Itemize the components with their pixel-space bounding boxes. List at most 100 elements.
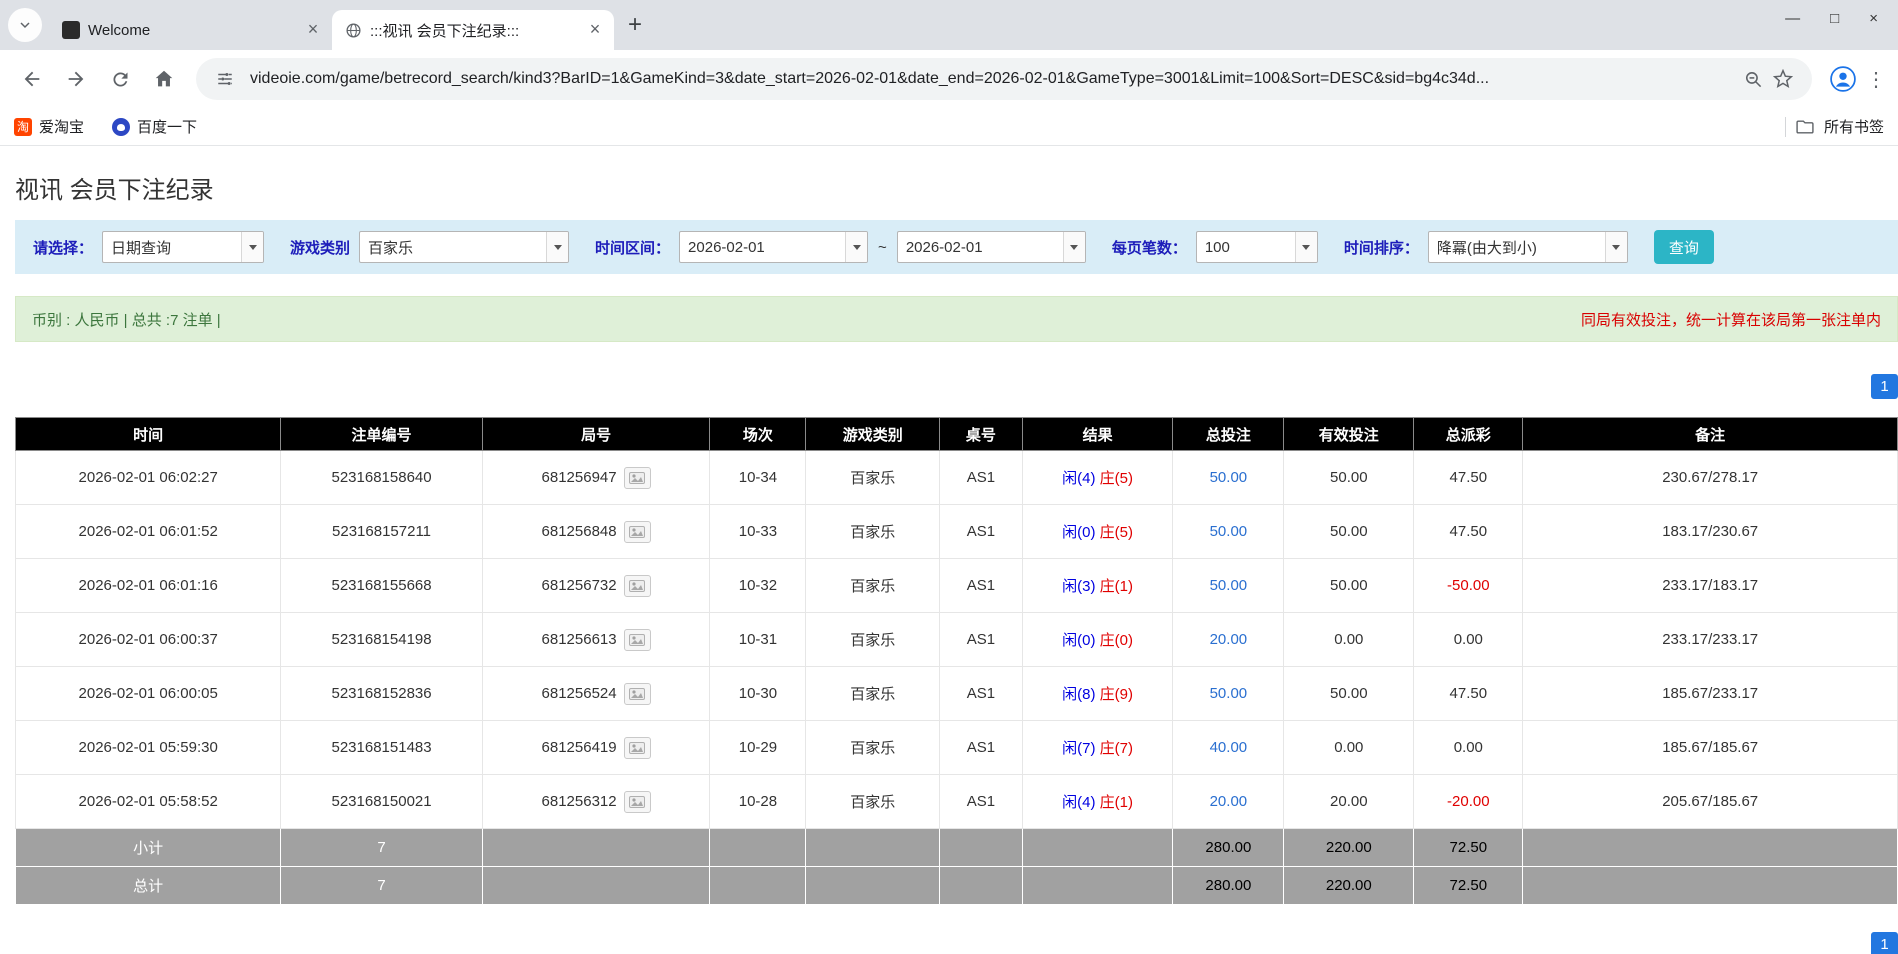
valid-bet-cell: 50.00 bbox=[1283, 666, 1415, 721]
refresh-button[interactable] bbox=[101, 60, 139, 98]
col-header-payout: 总派彩 bbox=[1413, 417, 1524, 451]
dropdown-arrow-icon[interactable] bbox=[546, 232, 569, 262]
sort-input[interactable] bbox=[1428, 232, 1605, 262]
date-end-dropdown[interactable] bbox=[896, 231, 1086, 263]
tab-search-button[interactable] bbox=[8, 8, 42, 42]
page-size-label: 每页笔数： bbox=[1111, 239, 1187, 257]
bet-time-cell: 2026-02-01 06:01:52 bbox=[14, 504, 282, 559]
dropdown-arrow-icon[interactable] bbox=[845, 232, 868, 262]
dropdown-arrow-icon[interactable] bbox=[1294, 232, 1317, 262]
game-type-dropdown[interactable] bbox=[359, 231, 570, 263]
game-type-label: 游戏类别 bbox=[290, 239, 351, 257]
sort-label: 时间排序： bbox=[1343, 239, 1419, 257]
menu-kebab-icon[interactable]: ⋮ bbox=[1864, 67, 1888, 92]
bookmark-star-icon[interactable] bbox=[1768, 64, 1798, 94]
total-bet-link[interactable]: 50.00 bbox=[1210, 523, 1248, 540]
bet-time-cell: 2026-02-01 06:02:27 bbox=[14, 450, 282, 505]
tab-close-icon[interactable]: × bbox=[302, 19, 324, 41]
filter-select-group: 请选择： bbox=[33, 231, 265, 263]
home-icon bbox=[155, 70, 173, 87]
total-bet-cell: 40.00 bbox=[1172, 720, 1285, 775]
total-bet-link[interactable]: 40.00 bbox=[1210, 739, 1248, 756]
session-cell: 10-34 bbox=[709, 450, 807, 505]
result-cell: 闲(7) 庄(7) bbox=[1021, 720, 1174, 775]
round-result-button[interactable] bbox=[623, 574, 651, 597]
game-type-input[interactable] bbox=[360, 232, 547, 262]
zoom-icon[interactable] bbox=[1738, 64, 1768, 94]
back-icon bbox=[24, 71, 40, 87]
tab-close-icon[interactable]: × bbox=[584, 19, 606, 41]
dropdown-arrow-icon[interactable] bbox=[1604, 232, 1627, 262]
player-result: 闲(8) bbox=[1062, 686, 1096, 703]
search-button[interactable]: 查询 bbox=[1653, 230, 1714, 264]
forward-button[interactable] bbox=[57, 60, 95, 98]
bet-no-cell: 523168152836 bbox=[280, 666, 483, 721]
result-cell: 闲(3) 庄(1) bbox=[1021, 558, 1174, 613]
tab-betrecord[interactable]: :::视讯 会员下注纪录::: × bbox=[332, 10, 614, 50]
url-text[interactable]: videoie.com/game/betrecord_search/kind3?… bbox=[250, 70, 1738, 88]
back-button[interactable] bbox=[13, 60, 51, 98]
query-type-input[interactable] bbox=[103, 232, 242, 262]
table-row: 2026-02-01 06:02:27 523168158640 6812569… bbox=[14, 450, 1898, 505]
result-cell: 闲(0) 庄(5) bbox=[1021, 504, 1174, 559]
table-no-cell: AS1 bbox=[939, 612, 1023, 667]
address-bar[interactable]: videoie.com/game/betrecord_search/kind3?… bbox=[196, 58, 1812, 100]
select-label: 请选择： bbox=[33, 239, 94, 257]
round-no-cell: 681256524 bbox=[481, 666, 711, 721]
filter-sort-group: 时间排序： bbox=[1344, 231, 1628, 263]
profile-avatar[interactable] bbox=[1828, 64, 1858, 94]
window-controls: — □ × bbox=[1785, 10, 1898, 27]
valid-bet-cell: 0.00 bbox=[1283, 612, 1415, 667]
bookmark-taobao[interactable]: 淘 爱淘宝 bbox=[14, 116, 84, 137]
maximize-button[interactable]: □ bbox=[1830, 10, 1839, 27]
round-result-button[interactable] bbox=[623, 466, 651, 489]
home-button[interactable] bbox=[145, 60, 183, 98]
session-cell: 10-28 bbox=[709, 774, 807, 829]
minimize-button[interactable]: — bbox=[1785, 10, 1800, 27]
dropdown-arrow-icon[interactable] bbox=[1062, 232, 1085, 262]
tune-icon[interactable] bbox=[210, 64, 240, 94]
game-type-cell: 百家乐 bbox=[805, 558, 941, 613]
table-row: 2026-02-01 06:00:37 523168154198 6812566… bbox=[14, 612, 1898, 667]
query-type-dropdown[interactable] bbox=[102, 231, 265, 263]
bet-no-cell: 523168154198 bbox=[280, 612, 483, 667]
round-result-button[interactable] bbox=[623, 628, 651, 651]
banker-result: 庄(5) bbox=[1099, 524, 1134, 541]
total-bet-cell: 20.00 bbox=[1172, 774, 1285, 829]
bet-time-cell: 2026-02-01 06:00:37 bbox=[14, 612, 282, 667]
date-start-dropdown[interactable] bbox=[679, 231, 869, 263]
window-close-button[interactable]: × bbox=[1869, 10, 1878, 27]
player-result: 闲(0) bbox=[1062, 524, 1096, 541]
total-bet-link[interactable]: 50.00 bbox=[1210, 577, 1248, 594]
total-bet-link[interactable]: 50.00 bbox=[1210, 685, 1248, 702]
bookmark-baidu[interactable]: 百度一下 bbox=[112, 116, 197, 137]
session-cell: 10-33 bbox=[709, 504, 807, 559]
sort-dropdown[interactable] bbox=[1427, 231, 1628, 263]
round-result-button[interactable] bbox=[623, 682, 651, 705]
all-bookmarks[interactable]: 所有书签 bbox=[1784, 116, 1884, 137]
dropdown-arrow-icon[interactable] bbox=[241, 232, 264, 262]
total-bet-link[interactable]: 50.00 bbox=[1210, 469, 1248, 486]
page-1-button[interactable]: 1 bbox=[1871, 932, 1898, 954]
total-bet-link[interactable]: 20.00 bbox=[1210, 793, 1248, 810]
page-size-input[interactable] bbox=[1196, 232, 1295, 262]
new-tab-button[interactable]: + bbox=[618, 8, 652, 42]
date-end-input[interactable] bbox=[897, 232, 1063, 262]
page-1-button[interactable]: 1 bbox=[1871, 374, 1898, 399]
date-start-input[interactable] bbox=[680, 232, 846, 262]
game-type-cell: 百家乐 bbox=[805, 774, 941, 829]
page-size-dropdown[interactable] bbox=[1195, 231, 1318, 263]
tab-welcome[interactable]: Welcome × bbox=[50, 10, 332, 50]
currency-summary: 币别 : 人民币 | 总共 :7 注单 | bbox=[32, 311, 221, 329]
round-result-button[interactable] bbox=[623, 790, 651, 813]
round-no-cell: 681256848 bbox=[481, 504, 711, 559]
note-cell: 183.17/230.67 bbox=[1522, 504, 1898, 559]
round-result-button[interactable] bbox=[623, 736, 651, 759]
round-result-button[interactable] bbox=[623, 520, 651, 543]
payout-cell: 47.50 bbox=[1413, 666, 1524, 721]
session-cell: 10-31 bbox=[709, 612, 807, 667]
bet-time-cell: 2026-02-01 05:59:30 bbox=[14, 720, 282, 775]
round-no-cell: 681256947 bbox=[481, 450, 711, 505]
date-range-label: 时间区间： bbox=[595, 239, 671, 257]
total-bet-link[interactable]: 20.00 bbox=[1210, 631, 1248, 648]
